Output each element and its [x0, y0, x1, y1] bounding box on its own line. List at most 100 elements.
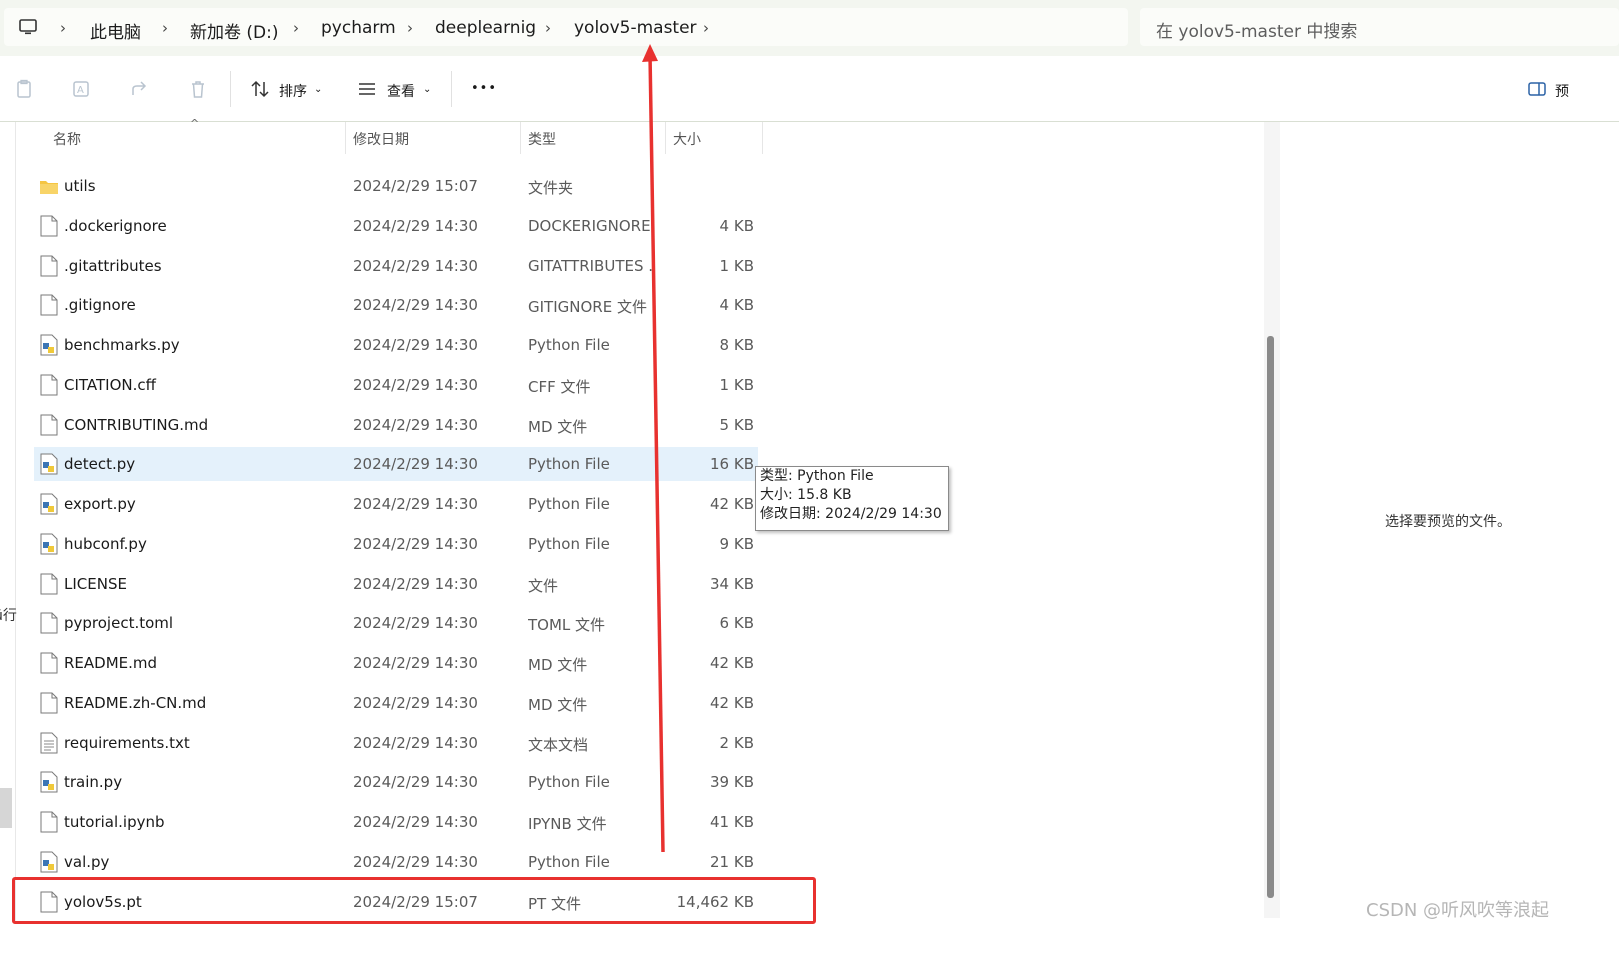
sort-icon[interactable]: [250, 79, 270, 99]
file-icon: [40, 374, 58, 396]
file-date: 2024/2/29 14:30: [353, 256, 478, 275]
file-name: pyproject.toml: [64, 614, 174, 633]
file-name: utils: [64, 177, 96, 195]
file-date: 2024/2/29 14:30: [353, 216, 478, 235]
file-type: Python File: [528, 455, 610, 474]
folder-icon: [40, 181, 58, 194]
file-name: CONTRIBUTING.md: [64, 415, 209, 434]
file-name: export.py: [64, 495, 136, 513]
paste-icon[interactable]: [14, 79, 34, 99]
file-date: 2024/2/29 14:30: [353, 693, 478, 712]
rename-icon[interactable]: A: [72, 79, 92, 99]
file-date: 2024/2/29 14:30: [353, 336, 478, 354]
python-file-icon: [40, 493, 58, 515]
file-size: 39 KB: [710, 773, 754, 792]
column-divider[interactable]: [345, 122, 346, 154]
computer-icon[interactable]: [18, 17, 38, 37]
file-size: 8 KB: [719, 336, 754, 354]
file-size: 34 KB: [710, 574, 754, 593]
file-size: 1 KB: [719, 375, 754, 394]
annotation-arrow: [642, 44, 665, 853]
breadcrumb-item-pycharm[interactable]: pycharm: [321, 18, 396, 38]
search-input[interactable]: 在 yolov5-master 中搜索: [1140, 8, 1619, 46]
chevron-right-icon[interactable]: ›: [60, 19, 66, 37]
file-icon: [40, 294, 58, 316]
csdn-watermark: CSDN @听风吹等浪起: [1366, 900, 1550, 921]
file-size: 4 KB: [719, 216, 754, 235]
file-date: 2024/2/29 14:30: [353, 773, 478, 792]
file-date: 2024/2/29 14:30: [353, 296, 478, 315]
file-date: 2024/2/29 14:30: [353, 813, 478, 831]
file-name: CITATION.cff: [64, 375, 156, 394]
file-date: 2024/2/29 14:30: [353, 852, 478, 871]
file-name: .gitattributes: [64, 256, 162, 275]
chevron-down-icon[interactable]: ⌄: [314, 84, 322, 95]
file-size: 2 KB: [719, 733, 754, 752]
scrollbar-thumb[interactable]: [1267, 336, 1274, 898]
file-icon: [40, 692, 58, 714]
file-icon: [40, 573, 58, 594]
breadcrumb[interactable]: › 此电脑 › 新加卷 (D:) › pycharm › deeplearnig…: [4, 8, 1128, 46]
chevron-right-icon[interactable]: ›: [162, 19, 168, 37]
file-size: 6 KB: [719, 614, 754, 633]
file-date: 2024/2/29 14:30: [353, 654, 478, 672]
file-type: 文件: [528, 576, 559, 595]
file-name: .gitignore: [64, 296, 136, 315]
file-size: 42 KB: [710, 654, 754, 672]
preview-empty-message: 选择要预览的文件。: [1385, 514, 1511, 530]
column-divider[interactable]: [762, 122, 763, 154]
column-header-name[interactable]: 名称: [53, 129, 81, 149]
column-divider[interactable]: [520, 122, 521, 154]
file-type: Python File: [528, 534, 610, 553]
file-date: 2024/2/29 14:30: [353, 534, 478, 553]
python-file-icon: [40, 453, 58, 475]
file-name: README.md: [64, 654, 158, 672]
chevron-down-icon[interactable]: ⌄: [423, 84, 431, 95]
file-type: 文件夹: [528, 179, 574, 197]
file-date: 2024/2/29 14:30: [353, 375, 478, 394]
file-type: MD 文件: [528, 417, 588, 436]
nav-pane-scrollbar[interactable]: [0, 788, 12, 828]
text-file-icon: [40, 732, 58, 753]
tooltip-modified: 修改日期: 2024/2/29 14:30: [760, 506, 942, 522]
file-date: 2024/2/29 14:30: [353, 614, 478, 633]
file-date: 2024/2/29 14:30: [353, 574, 478, 593]
file-size: 41 KB: [710, 813, 754, 831]
file-tooltip: 类型: Python File 大小: 15.8 KB 修改日期: 2024/2…: [755, 466, 949, 531]
file-type: IPYNB 文件: [528, 815, 607, 833]
file-type: MD 文件: [528, 695, 588, 714]
sort-button[interactable]: 排序: [279, 81, 307, 101]
file-type: CFF 文件: [528, 377, 591, 396]
more-options-button[interactable]: •••: [471, 81, 497, 96]
column-header-date[interactable]: 修改日期: [353, 129, 409, 149]
column-header-type[interactable]: 类型: [528, 129, 556, 149]
breadcrumb-item-this-pc[interactable]: 此电脑: [90, 18, 141, 43]
file-name: val.py: [64, 852, 110, 871]
view-button[interactable]: 查看: [387, 81, 415, 101]
file-type: Python File: [528, 336, 610, 354]
annotation-highlight-box: [12, 877, 816, 924]
file-name: LICENSE: [64, 574, 127, 593]
preview-pane-icon[interactable]: [1527, 79, 1547, 99]
chevron-right-icon[interactable]: ›: [407, 19, 413, 37]
breadcrumb-item-yolov5-master[interactable]: yolov5-master: [574, 18, 697, 38]
file-icon: [40, 215, 58, 237]
preview-pane-button[interactable]: 预: [1555, 81, 1569, 101]
file-name: benchmarks.py: [64, 336, 180, 354]
breadcrumb-item-drive-d[interactable]: 新加卷 (D:): [190, 18, 279, 43]
python-file-icon: [40, 533, 58, 555]
view-icon[interactable]: [357, 79, 377, 99]
file-size: 4 KB: [719, 296, 754, 315]
chevron-right-icon[interactable]: ›: [293, 19, 299, 37]
file-size: 5 KB: [719, 415, 754, 434]
delete-icon[interactable]: [188, 79, 208, 99]
file-name: tutorial.ipynb: [64, 813, 165, 831]
chevron-right-icon[interactable]: ›: [545, 19, 551, 37]
file-type: TOML 文件: [528, 616, 606, 635]
python-file-icon: [40, 334, 58, 356]
file-name: .dockerignore: [64, 216, 167, 235]
chevron-right-icon[interactable]: ›: [703, 19, 709, 37]
share-icon[interactable]: [130, 79, 150, 99]
svg-text:A: A: [77, 85, 84, 96]
breadcrumb-item-deeplearnig[interactable]: deeplearnig: [435, 18, 536, 38]
